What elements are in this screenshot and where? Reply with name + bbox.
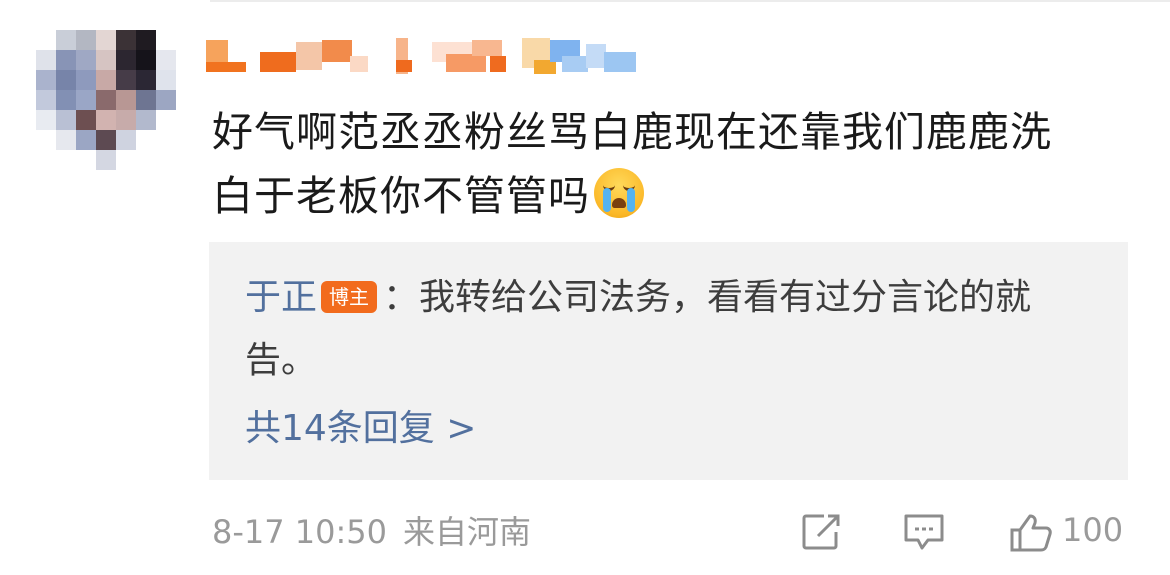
like-count: 100 [1062, 511, 1124, 549]
comment-location: 来自河南 [403, 513, 532, 551]
share-icon[interactable] [800, 512, 846, 552]
author-badge: 博主 [321, 281, 378, 313]
comment-date: 8-17 10:50 [212, 513, 388, 551]
comment-line-2: 白于老板你不管管吗 [212, 164, 1142, 228]
comment-line-1: 好气啊范丞丞粉丝骂白鹿现在还靠我们鹿鹿洗 [212, 108, 1052, 156]
avatar[interactable] [36, 30, 176, 170]
comment-text: 好气啊范丞丞粉丝骂白鹿现在还靠我们鹿鹿洗 白于老板你不管管吗 [212, 100, 1142, 228]
top-divider [210, 0, 1170, 2]
comment-line-2-text: 白于老板你不管管吗 [212, 172, 590, 220]
crying-face-icon [594, 168, 644, 218]
like-icon[interactable] [1008, 512, 1054, 552]
username[interactable] [200, 34, 660, 78]
reply-separator: ： [383, 277, 420, 318]
view-replies-link[interactable]: 共14条回复 > [245, 404, 476, 454]
reply-preview[interactable]: 于正 博主 ：我转给公司法务，看看有过分言论的就告。 共14条回复 > [209, 242, 1128, 480]
reply-content: 于正 博主 ：我转给公司法务，看看有过分言论的就告。 [245, 266, 1085, 392]
reply-author[interactable]: 于正 [245, 277, 317, 318]
comment-meta: 8-17 10:50 来自河南 [212, 510, 547, 554]
comment-icon[interactable] [902, 512, 946, 552]
